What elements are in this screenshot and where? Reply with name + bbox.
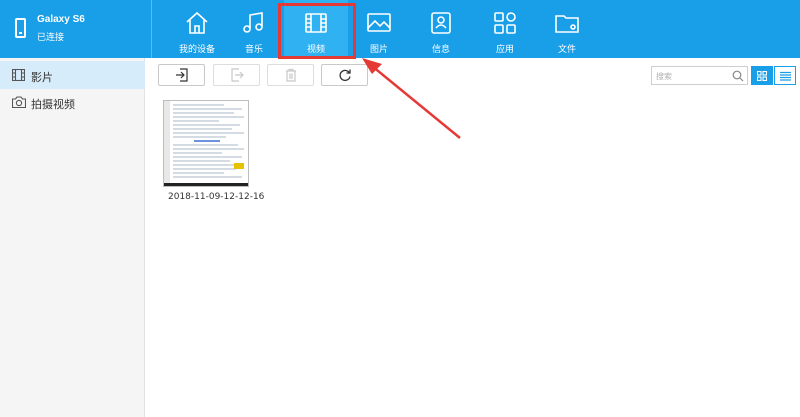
refresh-button[interactable] [321, 64, 368, 86]
device-status: 已连接 [37, 33, 65, 43]
sidebar-item-label: 拍摄视频 [31, 98, 75, 111]
refresh-icon [339, 69, 351, 82]
export-button[interactable] [213, 64, 260, 86]
music-icon [243, 12, 263, 33]
image-icon [367, 13, 391, 32]
app-window: Galaxy S6 已连接 我的设备 音乐 视频 图片 信息 应用 文件 影片 … [0, 0, 800, 417]
top-bar: Galaxy S6 已连接 我的设备 音乐 视频 图片 信息 应用 文件 [0, 0, 800, 59]
tab-messages[interactable]: 信息 [409, 0, 473, 58]
tab-my-device[interactable]: 我的设备 [165, 0, 229, 58]
tab-label: 应用 [495, 45, 514, 55]
tab-files[interactable]: 文件 [535, 0, 599, 58]
device-panel[interactable]: Galaxy S6 已连接 [0, 0, 152, 58]
sidebar-item-label: 影片 [31, 71, 53, 84]
tab-label: 图片 [369, 45, 388, 55]
phone-icon [15, 18, 26, 38]
tab-label: 文件 [557, 45, 576, 55]
grid-icon [757, 71, 767, 81]
message-icon [431, 12, 451, 34]
import-icon [176, 68, 188, 82]
apps-icon [494, 12, 516, 34]
folder-icon [555, 15, 579, 33]
tab-label: 我的设备 [178, 45, 215, 55]
export-icon [231, 68, 244, 82]
video-thumbnail[interactable] [163, 100, 249, 187]
camera-icon [12, 96, 26, 108]
list-view-button[interactable] [774, 66, 796, 85]
screenshot-preview [164, 101, 248, 186]
sidebar: 影片 拍摄视频 [0, 58, 145, 417]
search-input[interactable] [656, 69, 726, 83]
sidebar-item-movies[interactable]: 影片 [0, 61, 145, 89]
import-button[interactable] [158, 64, 205, 86]
list-icon [780, 71, 791, 81]
film-icon [12, 69, 25, 81]
home-icon [186, 11, 208, 34]
delete-button[interactable] [267, 64, 314, 86]
sidebar-item-recorded-videos[interactable]: 拍摄视频 [0, 88, 145, 116]
tab-label: 信息 [431, 45, 450, 55]
search-icon[interactable] [732, 70, 744, 82]
tab-label: 音乐 [244, 45, 263, 55]
search-box [651, 66, 748, 85]
video-name: 2018-11-09-12-12-16 [168, 192, 265, 202]
trash-icon [286, 68, 296, 82]
highlight-box [278, 3, 356, 59]
tab-apps[interactable]: 应用 [473, 0, 537, 58]
device-name: Galaxy S6 [37, 14, 85, 25]
tab-image[interactable]: 图片 [347, 0, 411, 58]
grid-view-button[interactable] [751, 66, 773, 85]
tab-music[interactable]: 音乐 [222, 0, 286, 58]
